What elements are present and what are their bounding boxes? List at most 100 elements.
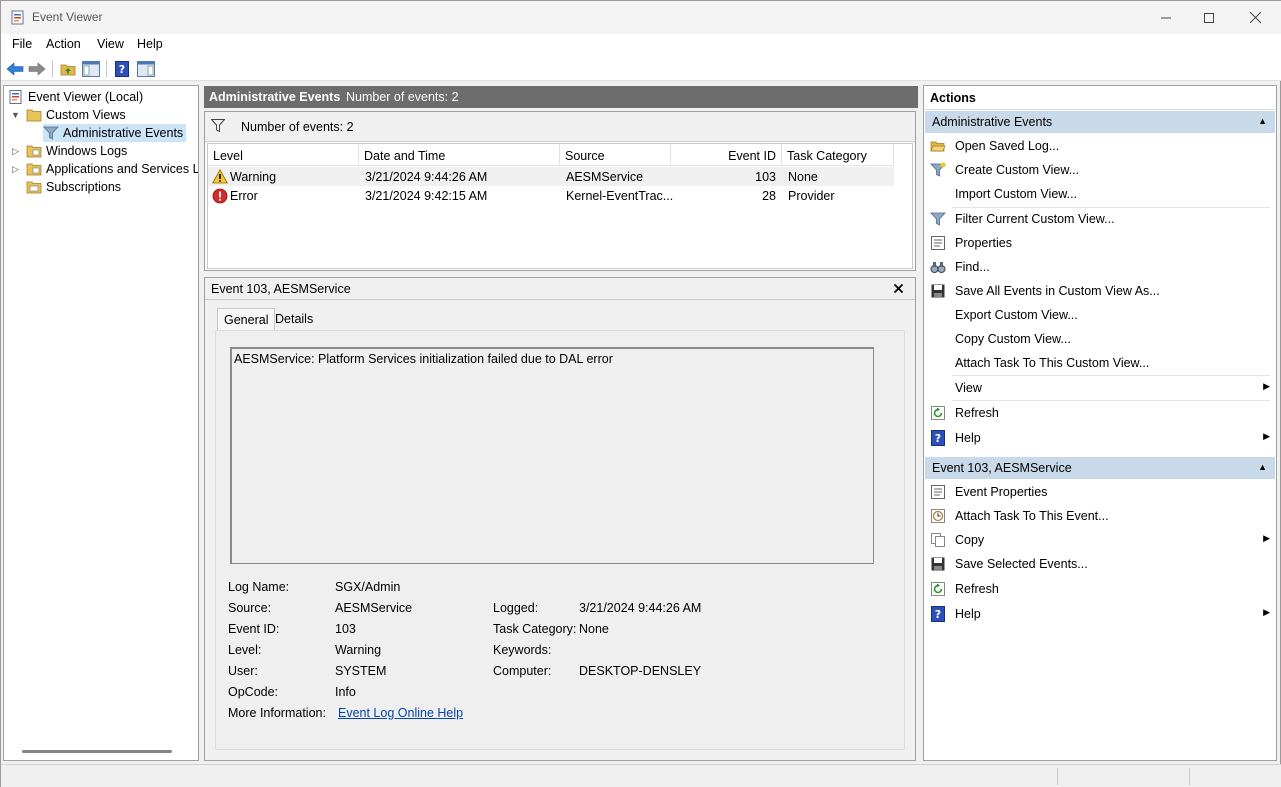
properties-icon [931, 236, 945, 250]
level-label: Level: [228, 643, 262, 657]
close-icon [1249, 12, 1261, 23]
folder-icon [26, 163, 42, 176]
action-label: Event Properties [955, 485, 1048, 499]
warning-icon [212, 169, 228, 184]
events-table: Level Date and Time Source Event ID Task… [207, 143, 913, 269]
error-icon [212, 188, 228, 204]
tab-general[interactable]: General [217, 308, 276, 330]
event-log-online-help-link[interactable]: Event Log Online Help [338, 706, 463, 720]
action-label: Attach Task To This Custom View... [955, 356, 1150, 370]
action-export-custom-view[interactable]: Export Custom View... [924, 303, 1276, 327]
console-tree: Event Viewer (Local) ▼ Custom Views Admi… [3, 85, 199, 761]
tree-item-applications-and-services-logs[interactable]: Applications and Services Lo [26, 160, 198, 178]
help-button[interactable]: ? [112, 59, 132, 79]
svg-text:?: ? [935, 608, 941, 621]
action-help-event[interactable]: ? Help ▶ [924, 602, 1276, 626]
menu-view[interactable]: View [97, 37, 124, 51]
tab-details[interactable]: Details [269, 308, 319, 330]
action-properties[interactable]: Properties [924, 231, 1276, 255]
event-count: Number of events: 2 [346, 90, 459, 104]
action-pane-icon [137, 61, 155, 77]
up-folder-button[interactable] [58, 59, 78, 79]
row-task-category: Provider [788, 189, 835, 203]
tree-item-event-viewer-local[interactable]: Event Viewer (Local) [8, 88, 143, 106]
folder-icon [26, 145, 42, 158]
submenu-arrow-icon: ▶ [1263, 533, 1270, 543]
folder-icon [26, 109, 42, 122]
row-task-category: None [788, 170, 818, 184]
action-open-saved-log[interactable]: Open Saved Log... [924, 134, 1276, 158]
section-header-event[interactable]: Event 103, AESMService ▲ [925, 457, 1275, 479]
table-row[interactable]: Warning 3/21/2024 9:44:26 AM AESMService… [208, 167, 894, 186]
log-name-label: Log Name: [228, 580, 290, 594]
section-title: Event 103, AESMService [932, 461, 1072, 475]
action-import-custom-view[interactable]: Import Custom View... [924, 182, 1276, 206]
action-find[interactable]: Find... [924, 255, 1276, 279]
action-label: Attach Task To This Event... [955, 509, 1109, 523]
action-label: Export Custom View... [955, 308, 1078, 322]
help-icon: ? [931, 606, 945, 622]
action-event-properties[interactable]: Event Properties [924, 480, 1276, 504]
action-save-all-events[interactable]: Save All Events in Custom View As... [924, 279, 1276, 303]
show-hide-console-tree-button[interactable] [81, 59, 101, 79]
status-bar [1, 764, 1281, 787]
column-header-source[interactable]: Source [560, 144, 671, 166]
show-hide-action-pane-button[interactable] [136, 59, 156, 79]
menu-action[interactable]: Action [46, 37, 81, 51]
opcode-label: OpCode: [228, 685, 279, 699]
tree-item-windows-logs[interactable]: Windows Logs [26, 142, 127, 160]
filter-icon [43, 126, 59, 140]
computer-value: DESKTOP-DENSLEY [579, 664, 702, 678]
close-window-button[interactable] [1232, 1, 1278, 34]
toolbar: ? [1, 56, 1281, 81]
log-name-value: SGX/Admin [335, 580, 401, 594]
tree-item-subscriptions[interactable]: Subscriptions [26, 178, 121, 196]
action-copy[interactable]: Copy ▶ [924, 528, 1276, 552]
action-copy-custom-view[interactable]: Copy Custom View... [924, 327, 1276, 351]
horizontal-scrollbar[interactable] [22, 750, 172, 753]
event-detail-panel: Event 103, AESMService General Details A… [204, 277, 916, 761]
collapse-chevron-icon[interactable]: ▼ [11, 110, 20, 120]
action-attach-task-to-custom-view[interactable]: Attach Task To This Custom View... [924, 351, 1276, 375]
expand-chevron-icon[interactable]: ▷ [12, 146, 19, 157]
general-tab-page: AESMService: Platform Services initializ… [215, 330, 905, 750]
action-view[interactable]: View ▶ [924, 376, 1276, 400]
minimize-button[interactable] [1143, 1, 1189, 34]
tree-item-administrative-events[interactable]: Administrative Events [43, 124, 187, 142]
section-header-administrative-events[interactable]: Administrative Events ▲ [925, 111, 1275, 133]
maximize-button[interactable] [1186, 1, 1232, 34]
event-message[interactable]: AESMService: Platform Services initializ… [230, 347, 874, 564]
row-event-id: 28 [762, 189, 776, 203]
action-label: Save All Events in Custom View As... [955, 284, 1160, 298]
column-header-task-category[interactable]: Task Category [782, 144, 894, 166]
tree-item-custom-views[interactable]: Custom Views [26, 106, 126, 124]
binoculars-icon [930, 262, 946, 273]
action-help[interactable]: ? Help ▶ [924, 426, 1276, 450]
action-save-selected-events[interactable]: Save Selected Events... [924, 552, 1276, 576]
filter-icon [211, 119, 225, 132]
close-detail-icon[interactable] [894, 284, 903, 293]
action-refresh[interactable]: Refresh [924, 401, 1276, 425]
action-filter-current-custom-view[interactable]: Filter Current Custom View... [924, 207, 1276, 231]
create-filter-icon [930, 162, 946, 177]
action-label: Save Selected Events... [955, 557, 1088, 571]
action-attach-task-to-event[interactable]: Attach Task To This Event... [924, 504, 1276, 528]
back-arrow-icon [6, 62, 24, 76]
save-icon [931, 557, 945, 571]
back-button[interactable] [5, 59, 25, 79]
column-header-date-and-time[interactable]: Date and Time [359, 144, 560, 166]
menu-file[interactable]: File [12, 37, 32, 51]
table-row[interactable]: Error 3/21/2024 9:42:15 AM Kernel-EventT… [208, 186, 894, 205]
action-label: Refresh [955, 582, 999, 596]
help-icon: ? [115, 61, 129, 77]
menu-help[interactable]: Help [137, 37, 163, 51]
expand-chevron-icon[interactable]: ▷ [12, 164, 19, 175]
action-create-custom-view[interactable]: Create Custom View... [924, 158, 1276, 182]
actions-pane: Actions Administrative Events ▲ Open Sav… [923, 85, 1277, 761]
forward-button[interactable] [27, 59, 47, 79]
action-refresh-event[interactable]: Refresh [924, 577, 1276, 601]
center-pane-title: Administrative Events [209, 90, 341, 104]
column-header-event-id[interactable]: Event ID [671, 144, 782, 166]
svg-text:?: ? [119, 63, 125, 76]
column-header-level[interactable]: Level [208, 144, 359, 166]
